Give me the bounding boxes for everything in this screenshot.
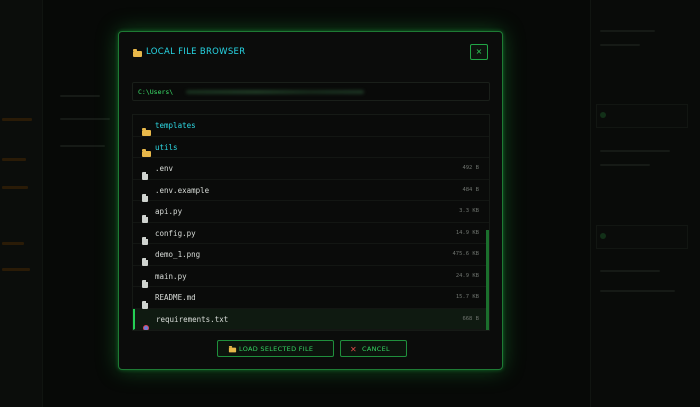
file-name: README.md: [155, 293, 196, 302]
file-name: main.py: [155, 271, 187, 281]
target-icon: [143, 316, 149, 330]
background-text: [600, 270, 660, 272]
background-text: [60, 118, 110, 120]
list-item[interactable]: demo_1.png 475.6 KB: [133, 244, 489, 266]
background-accent: [2, 158, 26, 161]
list-item-selected[interactable]: requirements.txt 668 B: [133, 308, 489, 330]
list-item[interactable]: README.md 15.7 KB: [133, 287, 489, 309]
background-text: [600, 164, 650, 166]
file-size: 15.7 KB: [455, 294, 479, 300]
file-name: .env.example: [155, 185, 210, 195]
file-size: 24.9 KB: [455, 272, 479, 279]
cancel-button[interactable]: ✕ CANCEL: [340, 340, 407, 357]
dialog-footer: LOAD SELECTED FILE ✕ CANCEL: [119, 340, 502, 358]
background-accent: [2, 242, 24, 245]
load-selected-file-button[interactable]: LOAD SELECTED FILE: [217, 340, 334, 357]
file-browser-dialog: LOCAL FILE BROWSER × C:\Users\ templates…: [118, 31, 503, 370]
file-size: 484 B: [462, 186, 479, 193]
file-list[interactable]: templates utils .env 492 B .env.example …: [132, 114, 490, 331]
dialog-title: LOCAL FILE BROWSER: [146, 47, 246, 57]
list-item[interactable]: api.py 3.3 KB: [133, 201, 489, 223]
background-text: [60, 145, 105, 147]
file-size: 492 B: [462, 165, 479, 171]
file-name: templates: [155, 121, 196, 130]
dialog-header: LOCAL FILE BROWSER ×: [133, 44, 488, 62]
load-button-label: LOAD SELECTED FILE: [239, 345, 314, 353]
close-icon: ✕: [350, 345, 358, 354]
file-name: demo_1.png: [155, 250, 201, 259]
list-item[interactable]: utils: [133, 137, 489, 158]
background-card: [596, 225, 688, 249]
file-name: .env: [155, 164, 174, 173]
file-size: 3.3 KB: [459, 208, 479, 214]
list-item[interactable]: config.py 14.9 KB: [133, 223, 489, 245]
file-name: utils: [155, 142, 178, 152]
background-right-panel: [590, 0, 700, 407]
file-name: api.py: [155, 207, 183, 216]
list-item[interactable]: templates: [133, 115, 489, 137]
background-accent: [2, 118, 32, 121]
file-size: 668 B: [462, 315, 479, 322]
file-name: config.py: [155, 228, 196, 238]
background-card: [596, 104, 688, 128]
background-text: [600, 44, 640, 46]
path-bar[interactable]: C:\Users\: [132, 82, 490, 101]
background-dot: [600, 112, 606, 118]
background-text: [60, 95, 100, 97]
background-text: [600, 30, 655, 32]
file-name: requirements.txt: [156, 314, 229, 324]
scrollbar[interactable]: [486, 230, 489, 330]
list-item[interactable]: .env 492 B: [133, 158, 489, 180]
path-text: C:\Users\: [138, 88, 174, 96]
background-accent: [2, 186, 28, 189]
background-sidebar: [0, 0, 43, 407]
close-icon: ×: [475, 47, 483, 56]
cancel-button-label: CANCEL: [362, 345, 390, 353]
list-item[interactable]: .env.example 484 B: [133, 180, 489, 202]
file-size: 14.9 KB: [455, 229, 479, 236]
path-redacted: [186, 90, 364, 94]
close-button[interactable]: ×: [470, 44, 488, 60]
background-text: [600, 290, 675, 292]
folder-icon: [133, 49, 142, 57]
list-item[interactable]: main.py 24.9 KB: [133, 266, 489, 288]
file-size: 475.6 KB: [452, 251, 480, 257]
background-dot: [600, 233, 606, 239]
background-text: [600, 150, 670, 152]
background-accent: [2, 268, 30, 271]
folder-icon: [228, 346, 237, 353]
